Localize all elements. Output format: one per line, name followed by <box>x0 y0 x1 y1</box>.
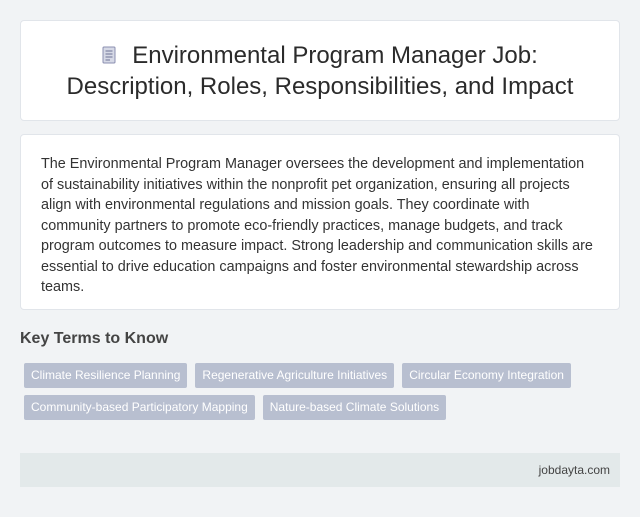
page-title: Environmental Program Manager Job: Descr… <box>40 40 600 102</box>
tag-climate-resilience-planning[interactable]: Climate Resilience Planning <box>24 363 188 388</box>
key-terms-heading: Key Terms to Know <box>20 330 169 347</box>
job-description: The Environmental Program Manager overse… <box>41 156 593 295</box>
tag-community-based-participatory-mapping[interactable]: Community-based Participatory Mapping <box>24 395 255 420</box>
title-card: Environmental Program Manager Job: Descr… <box>20 20 620 121</box>
tag-row: Climate Resilience Planning Regenerative… <box>24 363 614 388</box>
document-icon <box>102 46 116 63</box>
page: Environmental Program Manager Job: Descr… <box>0 0 640 517</box>
page-title-text: Environmental Program Manager Job: Descr… <box>66 41 574 100</box>
key-terms-tags: Climate Resilience Planning Regenerative… <box>24 363 614 427</box>
tag-regenerative-agriculture-initiatives[interactable]: Regenerative Agriculture Initiatives <box>195 363 395 388</box>
tag-circular-economy-integration[interactable]: Circular Economy Integration <box>402 363 571 388</box>
footer: jobdayta.com <box>20 453 620 487</box>
description-card: The Environmental Program Manager overse… <box>20 134 620 310</box>
tag-nature-based-climate-solutions[interactable]: Nature-based Climate Solutions <box>262 395 447 420</box>
footer-site-link[interactable]: jobdayta.com <box>539 463 610 477</box>
tag-row: Community-based Participatory Mapping Na… <box>24 395 614 420</box>
